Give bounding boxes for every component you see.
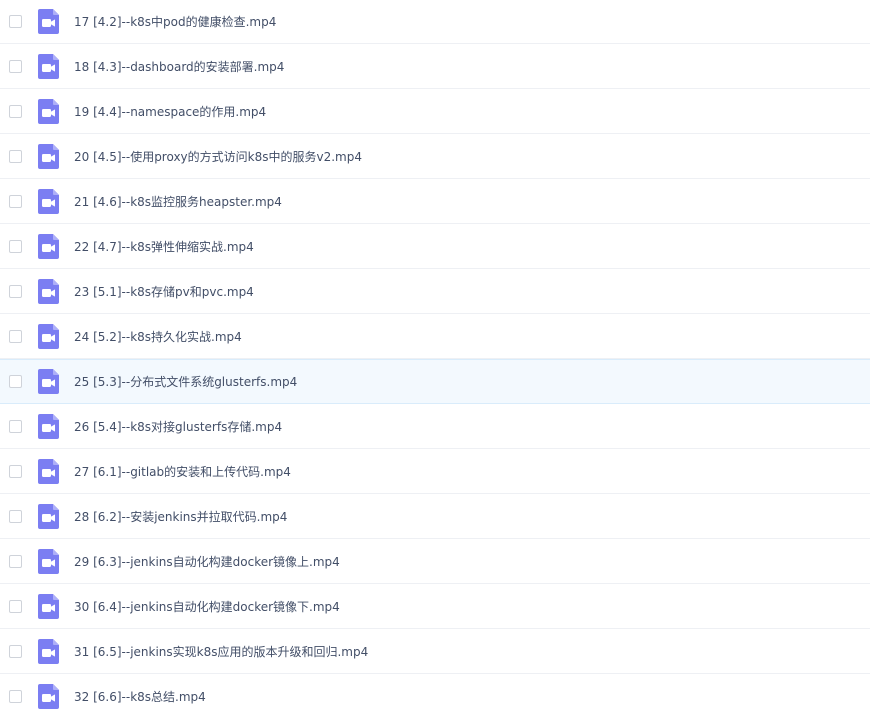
file-row[interactable]: 18 [4.3]--dashboard的安装部署.mp4 [0,44,870,89]
file-row[interactable]: 22 [4.7]--k8s弹性伸缩实战.mp4 [0,224,870,269]
row-checkbox[interactable] [9,509,22,523]
video-file-icon [38,98,59,124]
row-checkbox[interactable] [9,554,22,568]
file-name[interactable]: 20 [4.5]--使用proxy的方式访问k8s中的服务v2.mp4 [74,148,362,165]
row-checkbox[interactable] [9,149,22,163]
row-checkbox[interactable] [9,375,22,388]
row-checkbox[interactable] [9,464,22,478]
video-file-icon [38,503,59,529]
file-row[interactable]: 17 [4.2]--k8s中pod的健康检查.mp4 [0,0,870,44]
video-file-icon [38,638,59,664]
file-row[interactable]: 21 [4.6]--k8s监控服务heapster.mp4 [0,179,870,224]
file-row[interactable]: 32 [6.6]--k8s总结.mp4 [0,674,870,718]
file-row[interactable]: 25 [5.3]--分布式文件系统glusterfs.mp4 [0,359,870,404]
file-row[interactable]: 24 [5.2]--k8s持久化实战.mp4 [0,314,870,359]
row-checkbox[interactable] [9,329,22,343]
file-row[interactable]: 19 [4.4]--namespace的作用.mp4 [0,89,870,134]
row-checkbox[interactable] [9,194,22,208]
file-name[interactable]: 30 [6.4]--jenkins自动化构建docker镜像下.mp4 [74,598,340,615]
file-list: 17 [4.2]--k8s中pod的健康检查.mp4 18 [4.3]--dash… [0,0,870,718]
file-name[interactable]: 27 [6.1]--gitlab的安装和上传代码.mp4 [74,463,291,480]
row-checkbox[interactable] [9,284,22,298]
file-row[interactable]: 31 [6.5]--jenkins实现k8s应用的版本升级和回归.mp4 [0,629,870,674]
file-name[interactable]: 21 [4.6]--k8s监控服务heapster.mp4 [74,193,282,210]
file-name[interactable]: 17 [4.2]--k8s中pod的健康检查.mp4 [74,13,276,30]
file-row[interactable]: 20 [4.5]--使用proxy的方式访问k8s中的服务v2.mp4 [0,134,870,179]
file-row[interactable]: 23 [5.1]--k8s存储pv和pvc.mp4 [0,269,870,314]
file-row[interactable]: 29 [6.3]--jenkins自动化构建docker镜像上.mp4 [0,539,870,584]
row-checkbox[interactable] [9,59,22,73]
video-file-icon [38,683,59,709]
row-checkbox[interactable] [9,419,22,433]
video-file-icon [38,278,59,304]
video-file-icon [38,53,59,79]
file-name[interactable]: 23 [5.1]--k8s存储pv和pvc.mp4 [74,283,254,300]
file-name[interactable]: 28 [6.2]--安装jenkins并拉取代码.mp4 [74,508,287,525]
row-checkbox[interactable] [9,104,22,118]
video-file-icon [38,548,59,574]
video-file-icon [38,143,59,169]
row-checkbox[interactable] [9,599,22,613]
row-checkbox[interactable] [9,644,22,658]
video-file-icon [38,233,59,259]
file-name[interactable]: 31 [6.5]--jenkins实现k8s应用的版本升级和回归.mp4 [74,643,368,660]
file-name[interactable]: 24 [5.2]--k8s持久化实战.mp4 [74,328,242,345]
file-name[interactable]: 18 [4.3]--dashboard的安装部署.mp4 [74,58,284,75]
file-row[interactable]: 27 [6.1]--gitlab的安装和上传代码.mp4 [0,449,870,494]
file-name[interactable]: 25 [5.3]--分布式文件系统glusterfs.mp4 [74,373,297,390]
video-file-icon [38,188,59,214]
file-row[interactable]: 28 [6.2]--安装jenkins并拉取代码.mp4 [0,494,870,539]
file-name[interactable]: 22 [4.7]--k8s弹性伸缩实战.mp4 [74,238,254,255]
row-checkbox[interactable] [9,239,22,253]
file-name[interactable]: 29 [6.3]--jenkins自动化构建docker镜像上.mp4 [74,553,340,570]
video-file-icon [38,593,59,619]
video-file-icon [38,323,59,349]
file-row[interactable]: 30 [6.4]--jenkins自动化构建docker镜像下.mp4 [0,584,870,629]
file-name[interactable]: 26 [5.4]--k8s对接glusterfs存储.mp4 [74,418,282,435]
video-file-icon [38,413,59,439]
file-row[interactable]: 26 [5.4]--k8s对接glusterfs存储.mp4 [0,404,870,449]
file-name[interactable]: 32 [6.6]--k8s总结.mp4 [74,688,206,705]
row-checkbox[interactable] [9,14,22,28]
video-file-icon [38,458,59,484]
video-file-icon [38,8,59,34]
row-checkbox[interactable] [9,689,22,703]
video-file-icon [38,369,59,394]
file-name[interactable]: 19 [4.4]--namespace的作用.mp4 [74,103,266,120]
